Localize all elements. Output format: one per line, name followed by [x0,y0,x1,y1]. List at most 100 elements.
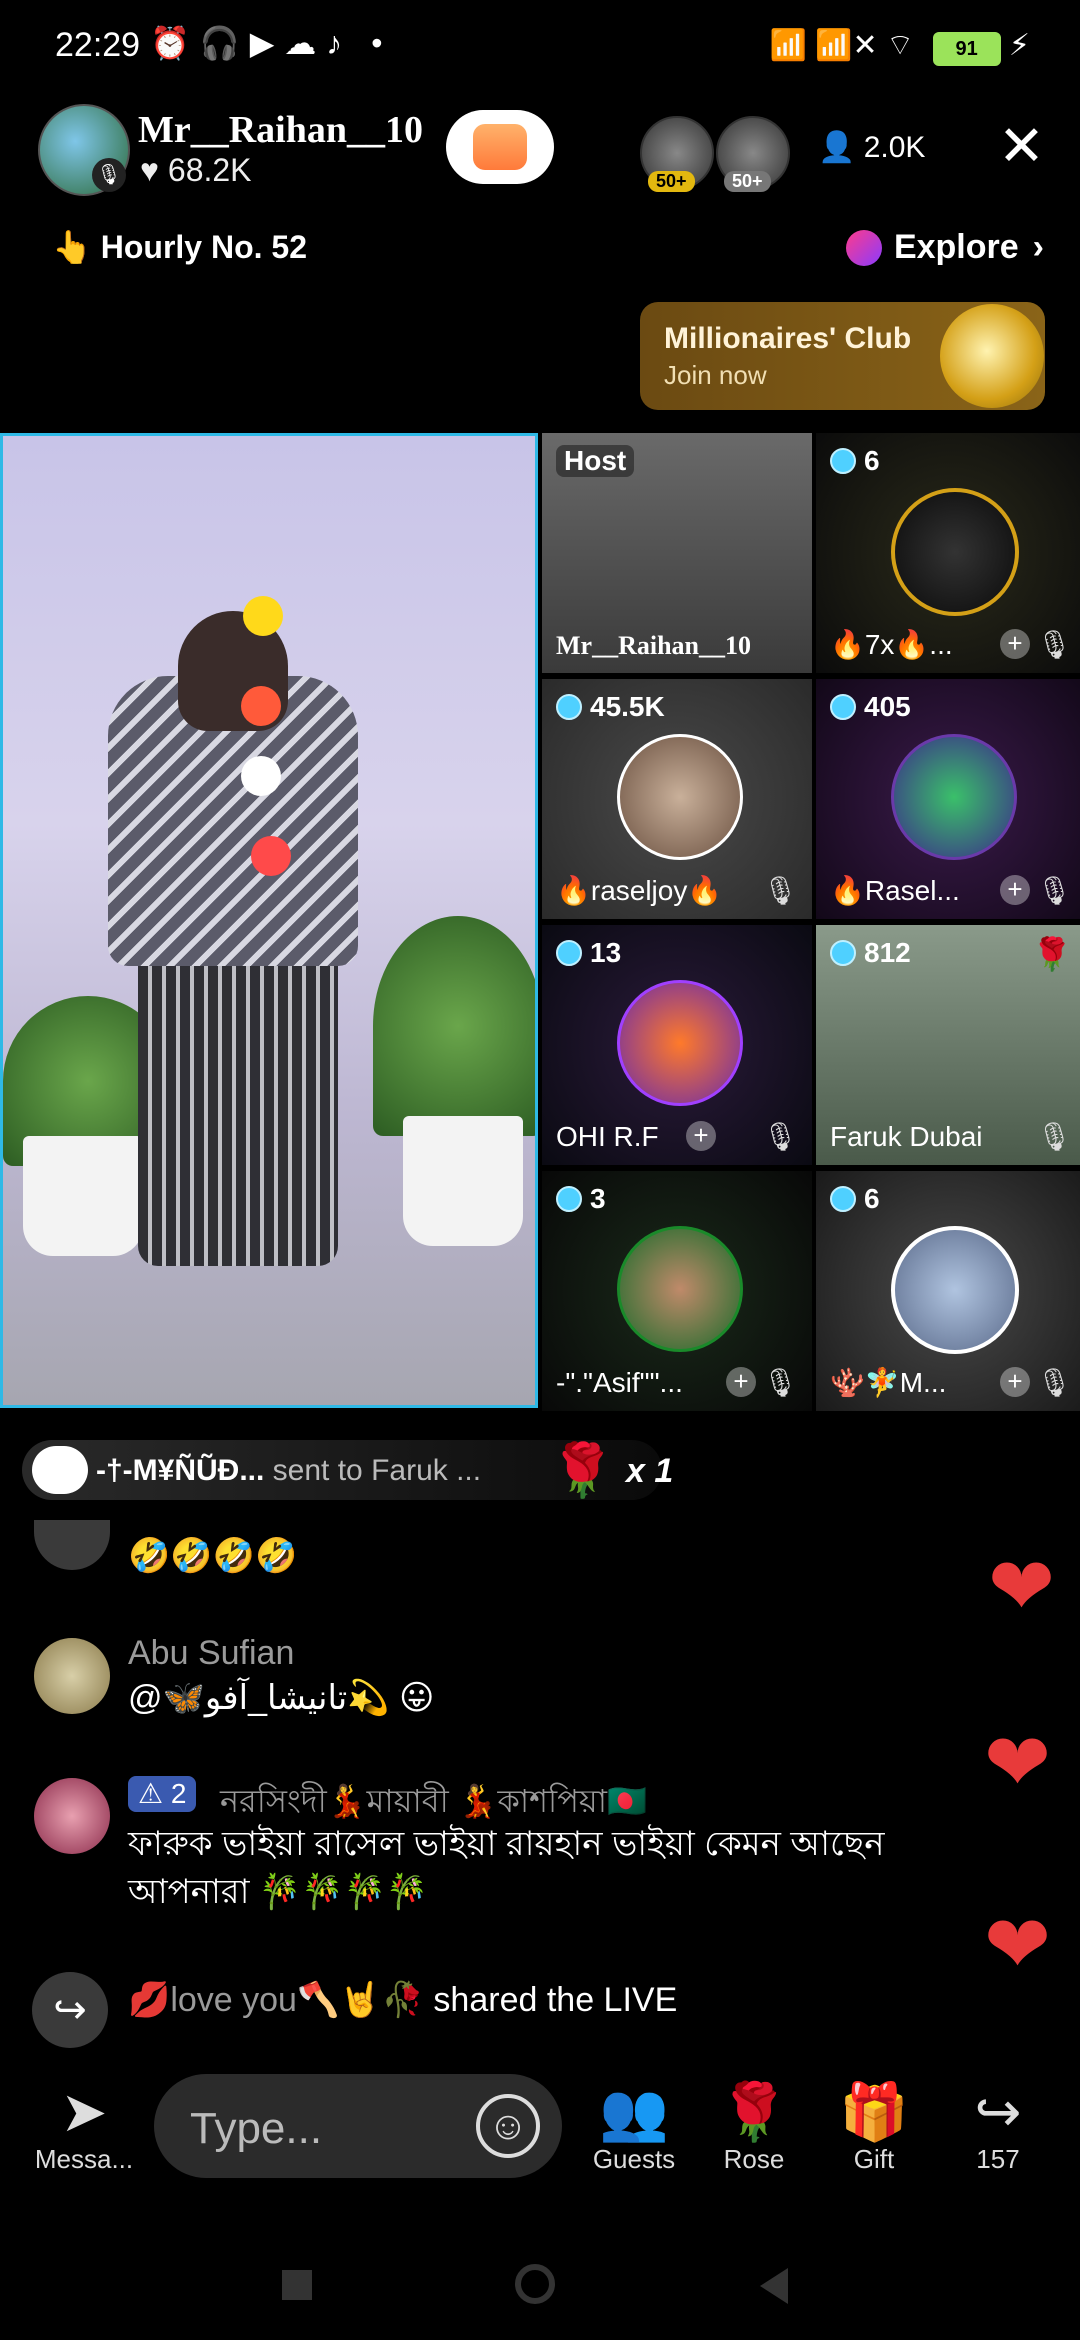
message-label: Messa... [34,2144,134,2174]
gem-icon [830,940,856,966]
gift-sender: -†-M¥ÑŨÐ... [96,1454,265,1487]
battery-icon: 91 [932,32,1001,66]
message-button[interactable]: ➤ Messa... [24,2080,144,2175]
share-user: 💋love you🪓🤘🥀 [128,1981,424,2019]
tile-badge: 3 [556,1183,606,1215]
gem-icon [830,694,856,720]
comment-placeholder: Type... [190,2104,323,2153]
rose-icon: 🌹 [1032,936,1072,972]
host-likes: ♥ 68.2K [140,152,252,188]
gem-icon [556,1186,582,1212]
guest-avatar [617,1226,743,1352]
chat-avatar[interactable] [34,1778,110,1854]
home-icon[interactable] [515,2264,555,2304]
pot-image [23,1136,143,1256]
emoji-icon[interactable]: ☺ [476,2094,540,2158]
charging-icon: ⚡ [1008,29,1030,62]
gift-button[interactable]: 🎁 Gift [814,2080,934,2175]
person-image [138,936,338,1266]
system-navigation-bar [0,2240,1080,2340]
rose-button[interactable]: 🌹 Rose [694,2080,814,2175]
follow-heart-icon [473,124,527,170]
signal-icon: 📶 📶✕ [769,29,878,62]
mic-off-icon: 🎙 [762,1121,798,1152]
guest-tile-6[interactable]: 3 -"."Asif""... + 🎙 [542,1171,812,1411]
gem-icon [556,694,582,720]
status-right-group: 📶 📶✕ ⌔ 91 ⚡ [769,26,1030,66]
guest-avatar [617,980,743,1106]
share-arrow-icon: ↪ [974,2080,1022,2143]
tile-name: Faruk Dubai [830,1121,983,1152]
back-icon[interactable] [760,2268,788,2304]
mic-off-icon: 🎙 [762,1367,798,1398]
share-button[interactable]: ↪ 157 [938,2080,1058,2175]
explore-button[interactable]: Explore › [845,228,1044,267]
chat-message-text: ফারুক ভাইয়া রাসেল ভাইয়া রায়হান ভাইয়া… [128,1825,885,1911]
guest-avatar [891,1226,1019,1354]
guest-tile-3[interactable]: 405 🔥Rasel... + 🎙 [816,679,1080,919]
chat-username[interactable]: Abu Sufian [128,1634,294,1673]
hourly-rank[interactable]: 👆 Hourly No. 52 [52,228,307,266]
flower-image [243,596,283,636]
chat-message-text: @🦋تانیشا_آفو💫 😛 [128,1679,435,1717]
add-icon[interactable]: + [1000,1367,1030,1397]
tile-badge: 6 [830,1183,880,1215]
gem-icon [830,448,856,474]
status-bar: 22:29 ⏰🎧▶☁♪ • 📶 📶✕ ⌔ 91 ⚡ [0,0,1080,90]
guest-tile-host[interactable]: Host Mr__Raihan__10 [542,433,812,673]
viewer-count[interactable]: 👤 2.0K [818,130,925,165]
top-viewer-1[interactable]: 50+ [640,116,714,192]
gem-icon [556,940,582,966]
guest-tile-7[interactable]: 6 🪸🧚M... + 🎙 [816,1171,1080,1411]
gift-recipient: sent to Faruk ... [264,1454,482,1487]
pot-image [403,1116,523,1246]
chat-avatar [34,1520,110,1570]
rose-icon: 🌹 [550,1442,615,1500]
mic-off-icon: 🎙 [92,158,126,192]
recent-apps-icon[interactable] [282,2270,312,2300]
main-video-feed[interactable] [0,433,538,1408]
status-notification-icons: ⏰🎧▶☁♪ • [150,25,393,61]
tile-badge: 812 [830,937,911,969]
flower-image [241,756,281,796]
mic-off-icon: 🎙 [1036,1121,1072,1152]
chat-avatar[interactable] [34,1638,110,1714]
guest-tile-2[interactable]: 45.5K 🔥raseljoy🔥 🎙 [542,679,812,919]
guest-tile-5[interactable]: 812 🌹 Faruk Dubai 🎙 [816,925,1080,1165]
gift-count: x 1 [626,1452,674,1490]
mic-off-icon: 🎙 [1036,1367,1072,1398]
mic-off-icon: 🎙 [1036,629,1072,660]
add-icon[interactable]: + [1000,629,1030,659]
share-icon: ↪ [32,1972,108,2048]
share-count: 157 [976,2144,1020,2174]
guest-tile-4[interactable]: 13 OHI R.F + 🎙 [542,925,812,1165]
guests-button[interactable]: 👥 Guests [574,2080,694,2175]
tile-name: -"."Asif""... [556,1367,683,1398]
top-viewer-2[interactable]: 50+ [716,116,790,192]
wifi-icon: ⌔ [886,29,915,62]
share-notice: 💋love you🪓🤘🥀 shared the LIVE [128,1980,677,2020]
tile-name: 🔥7x🔥... [830,629,953,660]
plant-image [373,916,535,1136]
rose-label: Rose [723,2144,785,2174]
host-name[interactable]: Mr__Raihan__10 [138,108,423,152]
coin-icon [940,304,1044,408]
tile-name: 🪸🧚M... [830,1367,947,1398]
add-icon[interactable]: + [686,1121,716,1151]
tile-badge: 45.5K [556,691,665,723]
guest-avatar [891,734,1017,860]
heart-icon: ❤ [984,1718,1052,1807]
close-icon[interactable]: ✕ [998,118,1045,174]
add-icon[interactable]: + [1000,875,1030,905]
sender-avatar [32,1446,88,1494]
add-icon[interactable]: + [726,1367,756,1397]
guests-icon: 👥 [599,2080,669,2143]
follow-button[interactable] [446,110,554,184]
status-time: 22:29 [55,26,141,64]
tile-badge: 6 [830,445,880,477]
user-level-badge: ⚠ 2 [128,1776,197,1812]
club-subtitle: Join now [664,360,767,390]
share-text: shared the LIVE [423,1981,678,2019]
heart-icon: ❤ [984,1900,1052,1989]
guest-tile-1[interactable]: 6 🔥7x🔥... + 🎙 [816,433,1080,673]
